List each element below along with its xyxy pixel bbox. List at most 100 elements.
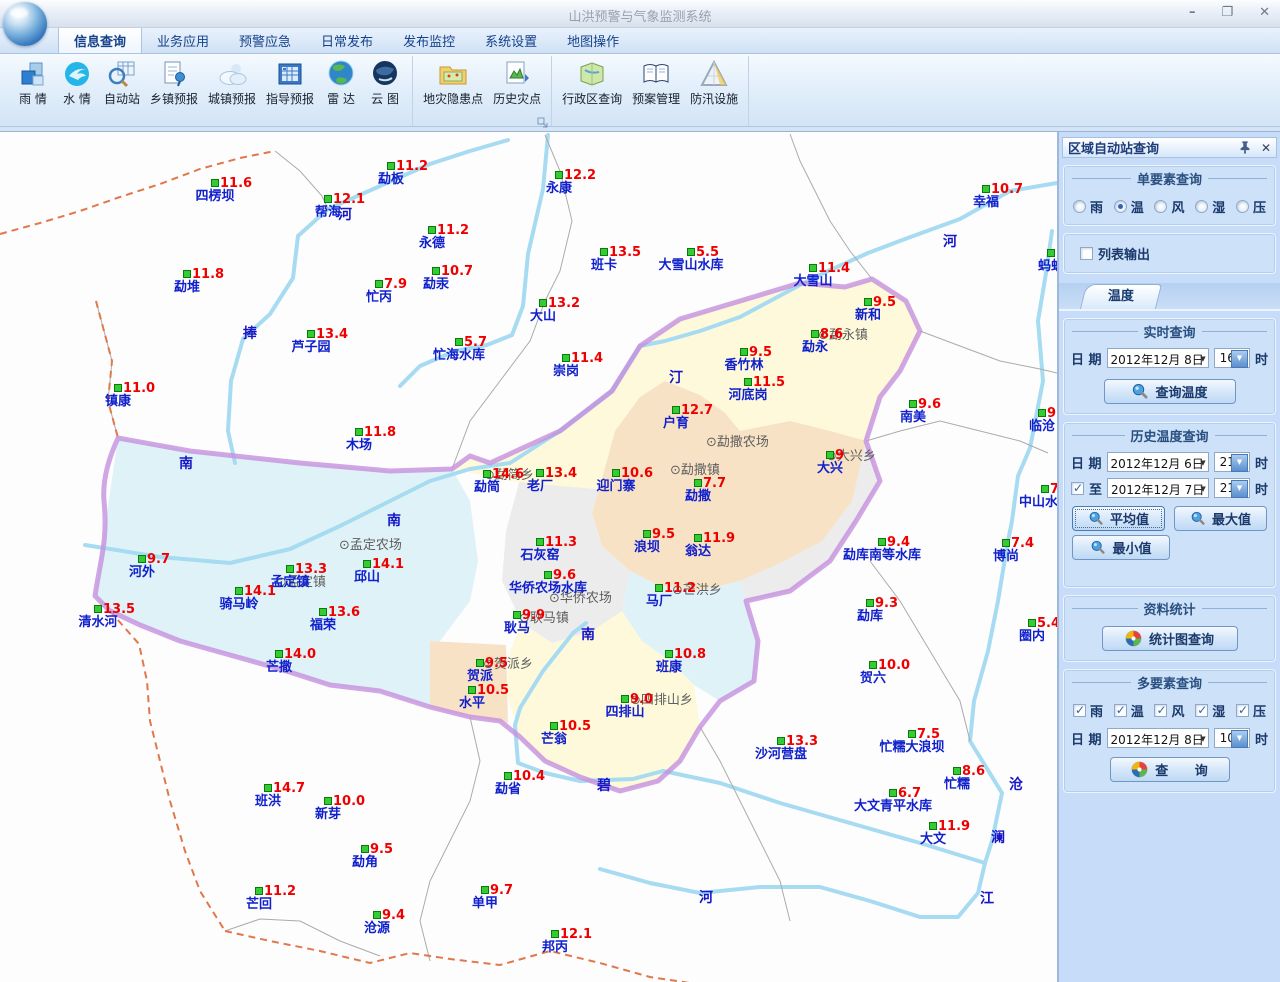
toolbar-button-guidance-forecast[interactable]: 指导预报	[261, 56, 319, 126]
pin-icon[interactable]	[1238, 140, 1252, 155]
checkbox-wind[interactable]	[1154, 704, 1167, 717]
station-marker-icon[interactable]	[930, 823, 937, 830]
radio-wind[interactable]	[1154, 200, 1167, 213]
single-option-rain[interactable]: 雨	[1073, 197, 1103, 216]
maximize-icon[interactable]: ❐	[1221, 5, 1233, 21]
station-marker-icon[interactable]	[388, 163, 395, 170]
radio-pressure[interactable]	[1236, 200, 1249, 213]
checkbox-pressure[interactable]	[1236, 704, 1249, 717]
station-marker-icon[interactable]	[374, 912, 381, 919]
station-marker-icon[interactable]	[867, 600, 874, 607]
station-marker-icon[interactable]	[514, 612, 521, 619]
station-marker-icon[interactable]	[376, 281, 383, 288]
list-output-checkbox[interactable]	[1080, 247, 1093, 260]
station-marker-icon[interactable]	[695, 480, 702, 487]
realtime-date-picker[interactable]: 2012年12月 8日	[1107, 348, 1209, 368]
toolbar-button-rain-info[interactable]: 雨 情	[11, 56, 55, 126]
history-from-hour-picker[interactable]: 21	[1214, 452, 1250, 472]
multi-hour-picker[interactable]: 10	[1214, 728, 1250, 748]
station-marker-icon[interactable]	[469, 687, 476, 694]
history-from-date-picker[interactable]: 2012年12月 6日	[1107, 452, 1209, 472]
station-marker-icon[interactable]	[184, 271, 191, 278]
toolbar-button-township-forecast[interactable]: 乡镇预报	[145, 56, 203, 126]
station-marker-icon[interactable]	[910, 401, 917, 408]
station-marker-icon[interactable]	[879, 539, 886, 546]
station-marker-icon[interactable]	[537, 470, 544, 477]
station-marker-icon[interactable]	[613, 470, 620, 477]
station-marker-icon[interactable]	[325, 196, 332, 203]
station-marker-icon[interactable]	[265, 785, 272, 792]
multi-option-pressure[interactable]: 压	[1236, 701, 1266, 720]
multi-option-humidity[interactable]: 湿	[1195, 701, 1225, 720]
station-marker-icon[interactable]	[429, 227, 436, 234]
station-marker-icon[interactable]	[320, 609, 327, 616]
radio-temperature[interactable]	[1114, 200, 1127, 213]
station-marker-icon[interactable]	[537, 539, 544, 546]
station-marker-icon[interactable]	[484, 471, 491, 478]
station-marker-icon[interactable]	[810, 265, 817, 272]
station-marker-icon[interactable]	[212, 180, 219, 187]
checkbox-temperature[interactable]	[1114, 704, 1127, 717]
station-marker-icon[interactable]	[622, 696, 629, 703]
station-marker-icon[interactable]	[325, 798, 332, 805]
station-marker-icon[interactable]	[236, 588, 243, 595]
tab-info-query[interactable]: 信息查询	[58, 26, 142, 53]
station-marker-icon[interactable]	[890, 790, 897, 797]
station-marker-icon[interactable]	[362, 846, 369, 853]
station-marker-icon[interactable]	[256, 888, 263, 895]
toolbar-button-radar[interactable]: 雷 达	[319, 56, 363, 126]
station-marker-icon[interactable]	[1003, 540, 1010, 547]
tab-release-monitor[interactable]: 发布监控	[388, 27, 470, 53]
station-marker-icon[interactable]	[909, 731, 916, 738]
station-marker-icon[interactable]	[601, 249, 608, 256]
station-marker-icon[interactable]	[563, 355, 570, 362]
station-marker-icon[interactable]	[545, 572, 552, 579]
station-marker-icon[interactable]	[656, 585, 663, 592]
station-marker-icon[interactable]	[456, 339, 463, 346]
minimum-button[interactable]: 最小值	[1072, 535, 1170, 560]
multi-option-wind[interactable]: 风	[1154, 701, 1184, 720]
station-marker-icon[interactable]	[477, 660, 484, 667]
history-to-checkbox[interactable]	[1071, 482, 1084, 495]
station-marker-icon[interactable]	[954, 768, 961, 775]
station-marker-icon[interactable]	[115, 385, 122, 392]
single-option-humidity[interactable]: 湿	[1195, 197, 1225, 216]
dialog-launcher-icon[interactable]	[537, 113, 548, 124]
tab-map-operations[interactable]: 地图操作	[552, 27, 634, 53]
checkbox-rain[interactable]	[1073, 704, 1086, 717]
toolbar-button-cloud-image[interactable]: 云 图	[363, 56, 407, 126]
map-canvas[interactable]: ⊙勐永镇⊙勐撒农场⊙勐撒镇⊙大兴乡⊙勐简乡⊙孟定农场⊙孟定镇⊙华侨农场⊙耿马镇⊙…	[0, 131, 1057, 982]
station-marker-icon[interactable]	[540, 300, 547, 307]
station-marker-icon[interactable]	[827, 452, 834, 459]
station-marker-icon[interactable]	[276, 651, 283, 658]
station-marker-icon[interactable]	[1029, 620, 1036, 627]
station-marker-icon[interactable]	[364, 561, 371, 568]
toolbar-button-admin-region-query[interactable]: 行政区查询	[557, 56, 627, 126]
station-marker-icon[interactable]	[1039, 410, 1046, 417]
tab-daily-release[interactable]: 日常发布	[306, 27, 388, 53]
station-marker-icon[interactable]	[95, 606, 102, 613]
station-marker-icon[interactable]	[308, 331, 315, 338]
multi-option-rain[interactable]: 雨	[1073, 701, 1103, 720]
station-marker-icon[interactable]	[870, 662, 877, 669]
station-marker-icon[interactable]	[1042, 486, 1049, 493]
panel-close-icon[interactable]: ✕	[1261, 141, 1271, 155]
station-marker-icon[interactable]	[482, 887, 489, 894]
minimize-icon[interactable]: –	[1189, 5, 1196, 21]
station-marker-icon[interactable]	[741, 349, 748, 356]
toolbar-button-geohazard-points[interactable]: 地灾隐患点	[418, 56, 488, 126]
station-marker-icon[interactable]	[139, 556, 146, 563]
tab-business-app[interactable]: 业务应用	[142, 27, 224, 53]
station-marker-icon[interactable]	[983, 186, 990, 193]
station-marker-icon[interactable]	[433, 268, 440, 275]
checkbox-humidity[interactable]	[1195, 704, 1208, 717]
history-to-hour-picker[interactable]: 21	[1214, 478, 1250, 498]
station-marker-icon[interactable]	[673, 407, 680, 414]
station-marker-icon[interactable]	[812, 331, 819, 338]
radio-humidity[interactable]	[1195, 200, 1208, 213]
tab-warning-response[interactable]: 预警应急	[224, 27, 306, 53]
single-option-pressure[interactable]: 压	[1236, 197, 1266, 216]
station-marker-icon[interactable]	[666, 651, 673, 658]
toolbar-button-water-info[interactable]: 水 情	[55, 56, 99, 126]
close-icon[interactable]: ✕	[1259, 5, 1270, 21]
